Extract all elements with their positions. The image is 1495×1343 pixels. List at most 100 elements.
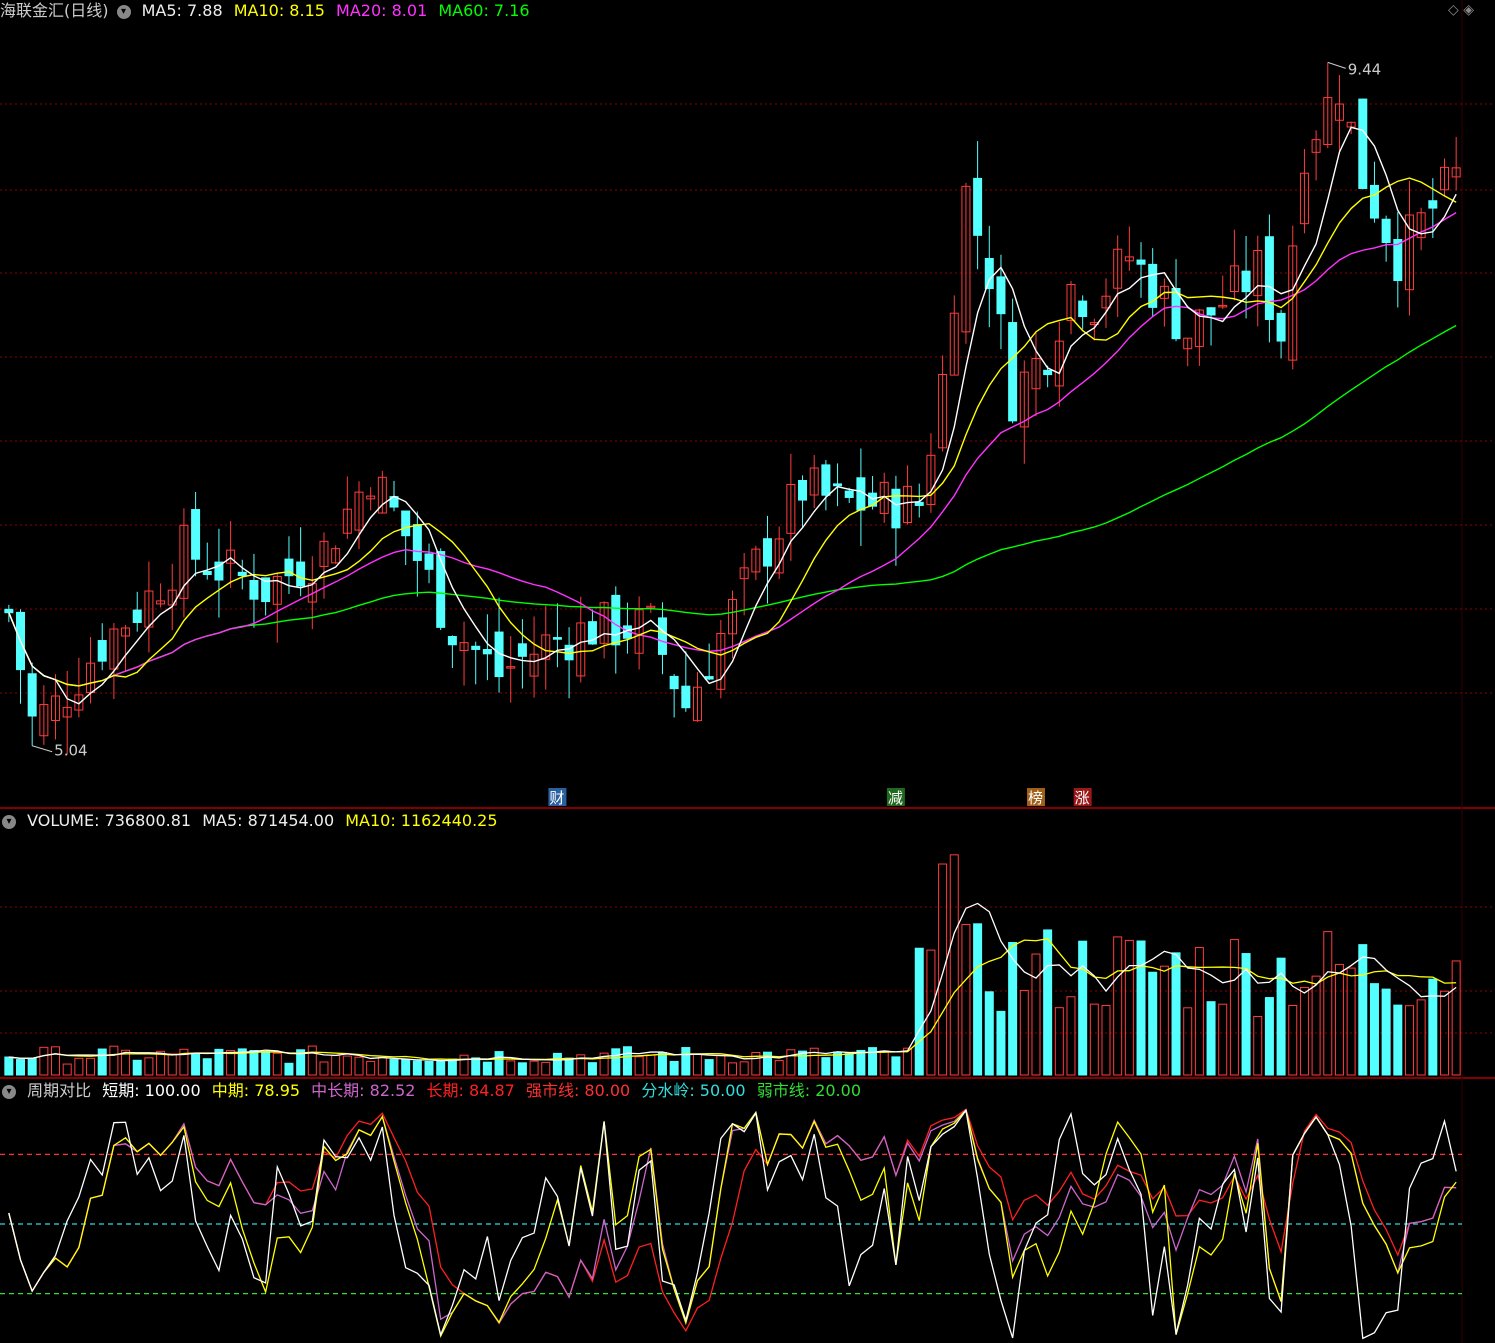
volume-bar: [51, 1046, 61, 1076]
volume-bar: [471, 1057, 481, 1076]
candle-body: [821, 464, 831, 496]
volume-bar: [132, 1059, 142, 1076]
long-period-line: [8, 1108, 1457, 1333]
volume-bar: [856, 1049, 866, 1076]
volume-bar: [482, 1061, 492, 1076]
volume-bar: [191, 1053, 201, 1076]
candle-body: [436, 551, 446, 628]
volume-bar: [973, 923, 983, 1076]
volume-bar: [494, 1051, 504, 1076]
volume-bar: [984, 991, 994, 1076]
volume-bar: [996, 1010, 1006, 1076]
volume-bar: [1264, 997, 1274, 1076]
legend-weak: 弱市线: 20.00: [756, 1081, 862, 1100]
volume-bar: [1194, 947, 1204, 1076]
legend-strong: 强市线: 80.00: [525, 1081, 631, 1100]
candle-body: [1206, 307, 1216, 316]
candle-body: [4, 608, 14, 614]
event-marker-label: 榜: [1028, 789, 1043, 807]
volume-bar: [564, 1057, 574, 1076]
volume-bar: [1381, 988, 1391, 1076]
volume-bar: [739, 1061, 749, 1076]
candle-body: [1008, 322, 1018, 422]
candle-body: [611, 594, 621, 646]
volume-bar: [1288, 1004, 1298, 1076]
legend-short: 短期: 100.00: [102, 1081, 201, 1100]
volume-bar: [1159, 965, 1169, 1076]
candle-body: [132, 609, 142, 623]
volume-bar: [97, 1048, 107, 1076]
candle-body: [657, 617, 667, 655]
high-pointer: [1327, 61, 1346, 69]
volume-bar: [728, 1062, 737, 1076]
corner-icons[interactable]: ◇ ◈: [1448, 2, 1474, 18]
candle-body: [891, 488, 901, 529]
volume-bar: [1369, 983, 1379, 1076]
volume-bar: [1148, 971, 1158, 1076]
candle-body: [798, 480, 808, 501]
volume-bar: [1253, 1016, 1263, 1076]
midlong-period-line: [8, 1108, 1457, 1325]
dropdown-icon[interactable]: ▾: [2, 1084, 16, 1099]
volume-bar: [879, 1050, 889, 1076]
candle-body: [844, 490, 854, 498]
volume-bar: [774, 1060, 784, 1076]
event-marker-label: 涨: [1075, 789, 1090, 807]
candle-body: [401, 510, 411, 537]
legend-ma20: MA20: 8.01: [336, 1, 428, 20]
volume-bar: [1043, 929, 1053, 1076]
volume-bar: [926, 949, 936, 1076]
volume-bar: [1346, 967, 1356, 1076]
legend-ma10: MA10: 8.15: [233, 1, 325, 20]
candle-body: [1369, 184, 1379, 219]
candle-body: [191, 509, 201, 560]
volume-bar: [1428, 978, 1438, 1076]
candle-body: [237, 571, 247, 577]
volume-bar: [272, 1052, 282, 1076]
volume-bar: [401, 1059, 411, 1076]
volume-bar: [681, 1047, 691, 1076]
volume-bar: [1136, 940, 1146, 1076]
legend-vol-ma10: MA10: 1162440.25: [345, 811, 498, 830]
volume-bar: [86, 1057, 96, 1076]
volume-bar: [961, 923, 971, 1076]
volume-bar: [914, 947, 924, 1076]
volume-bar: [331, 1055, 341, 1076]
volume-bar: [377, 1057, 387, 1076]
volume-bar: [62, 1063, 72, 1076]
volume-bar: [284, 1062, 294, 1076]
volume-bar: [646, 1054, 656, 1076]
volume-bar: [692, 1053, 702, 1076]
event-marker-label: 减: [888, 789, 903, 807]
volume-bar: [459, 1054, 469, 1076]
legend-volume: VOLUME: 736800.81: [27, 811, 192, 830]
volume-bar: [1124, 939, 1134, 1076]
volume-bar: [704, 1059, 714, 1076]
volume-bar: [1171, 952, 1181, 1076]
volume-bar: [1229, 939, 1239, 1076]
volume-bar: [891, 1056, 901, 1076]
volume-bar: [366, 1060, 376, 1076]
legend-mid: 中期: 78.95: [211, 1081, 301, 1100]
volume-bar: [307, 1045, 317, 1076]
volume-bar: [74, 1057, 84, 1076]
volume-legend: ▾ VOLUME: 736800.81 MA5: 871454.00 MA10:…: [0, 811, 504, 831]
dropdown-icon[interactable]: ▾: [116, 4, 131, 19]
volume-bar: [506, 1060, 516, 1076]
candle-body: [214, 561, 224, 581]
volume-bar: [1218, 1003, 1228, 1076]
volume-bar: [202, 1058, 212, 1076]
volume-bar: [611, 1048, 621, 1076]
low-price-label: 5.04: [54, 742, 87, 760]
volume-bar: [1183, 1007, 1193, 1076]
volume-bar: [1101, 1005, 1111, 1076]
volume-bar: [1404, 1005, 1414, 1076]
osc-legend: ▾ 周期对比 短期: 100.00 中期: 78.95 中长期: 82.52 长…: [0, 1081, 867, 1101]
candle-body: [984, 257, 994, 290]
volume-bar: [1054, 1007, 1064, 1076]
volume-bar: [1089, 1003, 1099, 1076]
volume-bar: [798, 1050, 808, 1076]
volume-bar: [16, 1059, 26, 1076]
volume-bar: [541, 1061, 551, 1076]
dropdown-icon[interactable]: ▾: [2, 814, 16, 829]
